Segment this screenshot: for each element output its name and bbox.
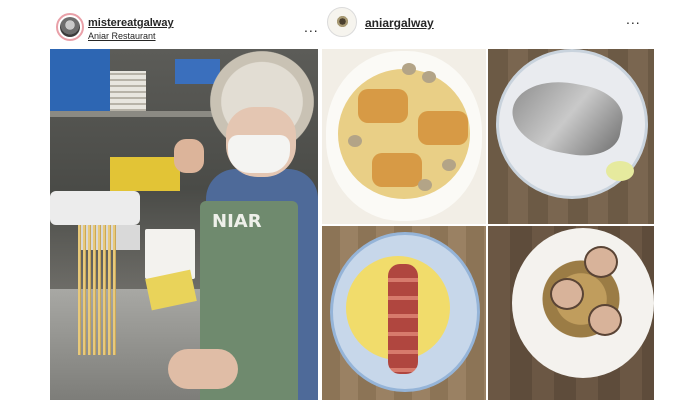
mushroom bbox=[442, 159, 456, 171]
location-link[interactable]: Aniar Restaurant bbox=[88, 31, 156, 41]
scallop bbox=[588, 304, 622, 336]
avatar-image bbox=[60, 17, 80, 37]
scallop bbox=[584, 246, 618, 278]
person-arm bbox=[168, 349, 238, 389]
mushroom bbox=[348, 135, 362, 147]
baskets bbox=[110, 71, 146, 115]
mushroom bbox=[422, 71, 436, 83]
post-header: aniargalway ... bbox=[322, 0, 654, 46]
username-link[interactable]: mistereatgalway bbox=[88, 17, 174, 29]
post-aniargalway: aniargalway ... bbox=[322, 0, 654, 400]
post-photo[interactable]: NIAR bbox=[50, 49, 318, 400]
food-photo-lobster[interactable] bbox=[322, 226, 486, 400]
lobster bbox=[388, 264, 418, 374]
avatar[interactable] bbox=[327, 7, 357, 37]
yellow-box bbox=[110, 157, 180, 191]
mushroom bbox=[402, 63, 416, 75]
chicken-piece bbox=[358, 89, 408, 123]
scallop bbox=[550, 278, 584, 310]
avatar[interactable] bbox=[56, 13, 84, 41]
chicken-piece bbox=[418, 111, 468, 145]
post-header: mistereatgalway Aniar Restaurant ... bbox=[50, 0, 318, 46]
face-mask bbox=[228, 135, 290, 173]
more-options-icon[interactable]: ... bbox=[304, 20, 319, 34]
username-link[interactable]: aniargalway bbox=[365, 16, 434, 30]
apron-logo: NIAR bbox=[212, 211, 262, 232]
shelf bbox=[50, 111, 220, 117]
avatar-image bbox=[336, 15, 349, 28]
crates bbox=[50, 49, 110, 111]
pasta-strands bbox=[78, 225, 118, 355]
food-photo-scallops[interactable] bbox=[488, 226, 654, 400]
post-mistereatgalway: mistereatgalway Aniar Restaurant ... NIA… bbox=[50, 0, 318, 400]
food-photo-fish[interactable] bbox=[488, 49, 654, 224]
more-options-icon[interactable]: ... bbox=[626, 12, 641, 26]
person-hand bbox=[174, 139, 204, 173]
mushroom bbox=[418, 179, 432, 191]
pasta-machine bbox=[50, 191, 140, 225]
lemon bbox=[606, 161, 634, 181]
food-photo-chicken[interactable] bbox=[322, 49, 486, 224]
chicken-piece bbox=[372, 153, 422, 187]
